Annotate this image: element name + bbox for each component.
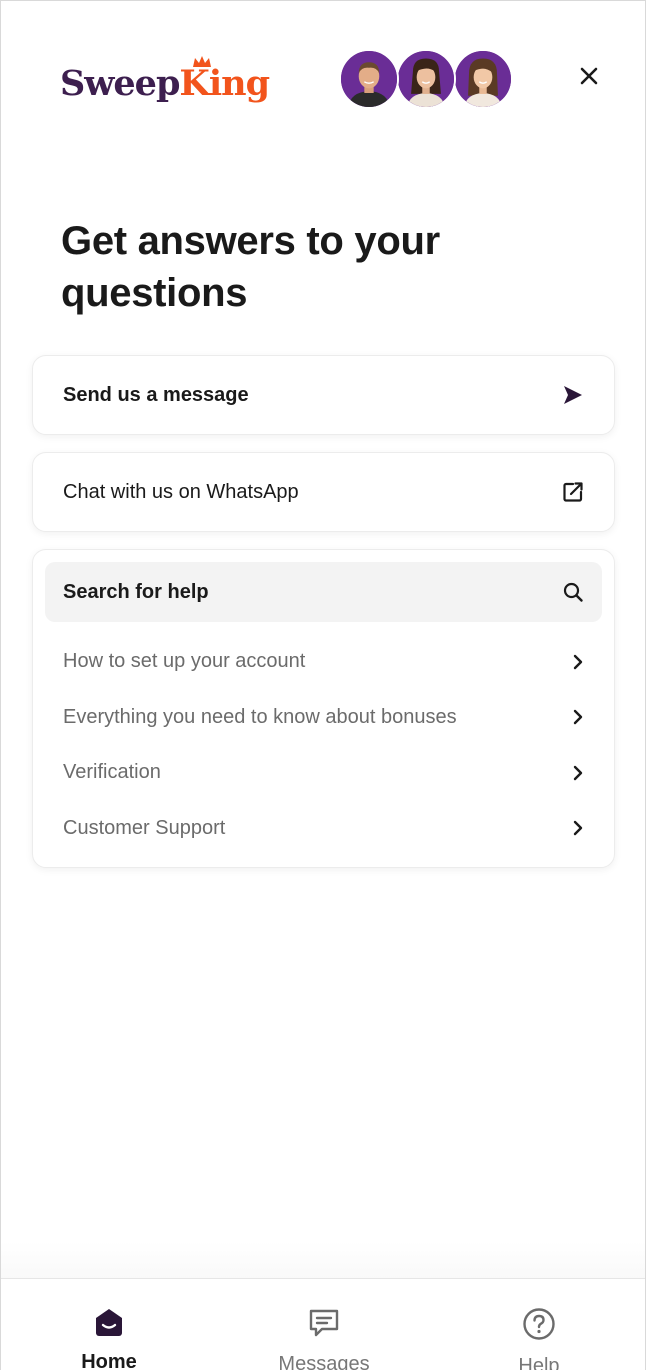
send-message-label: Send us a message: [63, 383, 249, 406]
send-message-button[interactable]: Send us a message: [32, 355, 615, 435]
crown-icon: [193, 56, 212, 67]
brand-name-part1: Sweep: [60, 63, 180, 104]
nav-label-home: Home: [81, 1351, 137, 1370]
close-icon: [580, 67, 598, 85]
avatar-2-image: [398, 51, 454, 107]
close-button[interactable]: [573, 59, 605, 93]
search-help-button[interactable]: Search for help: [45, 562, 602, 622]
search-help-label: Search for help: [63, 580, 209, 603]
bottom-navigation: Home Messages Help: [1, 1278, 645, 1370]
avatar-agent-1: [339, 49, 399, 109]
help-article-label: Customer Support: [63, 816, 226, 839]
whatsapp-label: Chat with us on WhatsApp: [63, 480, 299, 503]
help-article-label: Verification: [63, 761, 161, 784]
brand-name-part2-text: King: [179, 63, 270, 104]
bottom-fade: [1, 1241, 645, 1279]
help-article-label: How to set up your account: [63, 650, 306, 673]
brand-name-part2: King: [179, 56, 270, 104]
header: Sweep King: [1, 1, 645, 151]
whatsapp-chat-link[interactable]: Chat with us on WhatsApp: [32, 452, 615, 532]
external-link-icon: [563, 482, 583, 502]
help-article-item[interactable]: How to set up your account: [33, 634, 614, 690]
nav-tab-home[interactable]: Home: [29, 1279, 189, 1370]
chevron-right-icon: [573, 765, 583, 780]
avatar-agent-2: [396, 49, 456, 109]
messenger-frame: Sweep King Get answers to your questions…: [0, 0, 646, 1370]
brand-logo: Sweep King: [60, 56, 270, 107]
avatar-agent-3: [453, 49, 513, 109]
help-article-item[interactable]: Everything you need to know about bonuse…: [33, 690, 614, 746]
avatar-3-image: [455, 51, 511, 107]
chevron-right-icon: [573, 821, 583, 836]
help-article-label: Everything you need to know about bonuse…: [63, 705, 457, 728]
messages-icon: [306, 1307, 342, 1339]
nav-tab-help[interactable]: Help: [459, 1279, 619, 1370]
avatar-1-image: [341, 51, 397, 107]
search-icon: [563, 582, 583, 602]
chevron-right-icon: [573, 710, 583, 725]
send-arrow-icon: [564, 386, 582, 404]
help-search-card: Search for help How to set up your accou…: [32, 549, 615, 868]
nav-label-help: Help: [518, 1355, 560, 1370]
help-icon: [521, 1307, 557, 1341]
nav-label-messages: Messages: [278, 1353, 370, 1370]
help-article-item[interactable]: Customer Support: [33, 801, 614, 857]
agent-avatars: [339, 49, 519, 109]
nav-tab-messages[interactable]: Messages: [244, 1279, 404, 1370]
home-icon: [91, 1307, 127, 1337]
chevron-right-icon: [573, 654, 583, 669]
page-headline: Get answers to your questions: [61, 219, 440, 315]
help-article-item[interactable]: Verification: [33, 745, 614, 801]
help-article-list: How to set up your account Everything yo…: [33, 634, 614, 856]
